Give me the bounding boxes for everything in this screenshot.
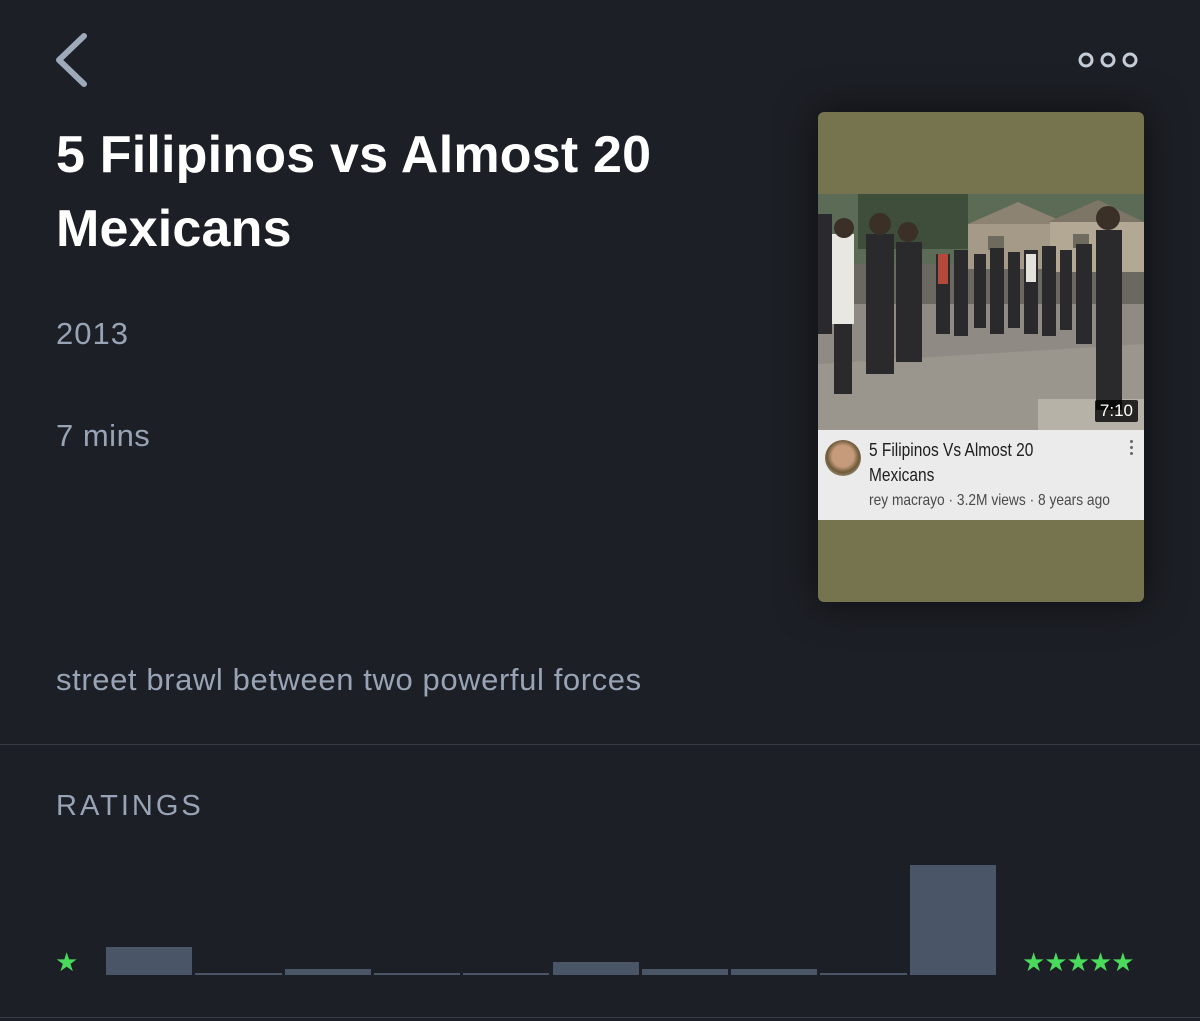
film-duration: 7 mins [56,418,151,453]
rating-bar-10[interactable] [909,865,996,975]
video-duration-badge: 7:10 [1094,400,1138,422]
rating-bar-8[interactable] [731,969,818,975]
rating-bar-2[interactable] [195,973,282,975]
street-scene-image [818,194,1144,430]
ratings-heading: RATINGS [56,790,204,822]
rating-bar-3[interactable] [284,969,371,975]
film-tagline: street brawl between two powerful forces [56,662,642,697]
release-year[interactable]: 2013 [56,316,129,352]
film-title: 5 Filipinos vs Almost 20 Mexicans [56,126,652,258]
five-stars-icon: ★★★★★ [1022,947,1135,977]
rating-bar-7[interactable] [641,969,729,975]
film-detail-page: 5 Filipinos vs Almost 20 Mexicans 2013 7… [0,0,1200,1021]
poster-video-info: 5 Filipinos Vs Almost 20 Mexicans rey ma… [818,430,1144,520]
section-divider-bottom [0,1017,1200,1018]
rating-bar-4[interactable] [373,973,461,975]
poster-video-title: 5 Filipinos Vs Almost 20 Mexicans [869,440,1034,485]
rating-bar-5[interactable] [463,973,550,975]
section-divider [0,744,1200,745]
back-button[interactable] [50,30,94,90]
poster-video-still: 7:10 [818,194,1144,430]
poster-video-meta: rey macrayo · 3.2M views · 8 years ago [869,492,1110,509]
star-icon-low: ★ [55,947,79,977]
kebab-menu-icon [1130,440,1134,458]
more-options-button[interactable] [1070,44,1154,76]
film-poster[interactable]: 7:10 5 Filipinos Vs Almost 20 Mexicans r… [818,112,1144,602]
channel-avatar [825,440,861,476]
rating-bar-1[interactable] [106,947,193,975]
rating-bar-9[interactable] [820,973,907,975]
rating-bar-6[interactable] [552,962,639,975]
chevron-left-icon [56,33,87,87]
ratings-histogram[interactable] [106,860,996,975]
ellipsis-icon [1078,52,1138,68]
